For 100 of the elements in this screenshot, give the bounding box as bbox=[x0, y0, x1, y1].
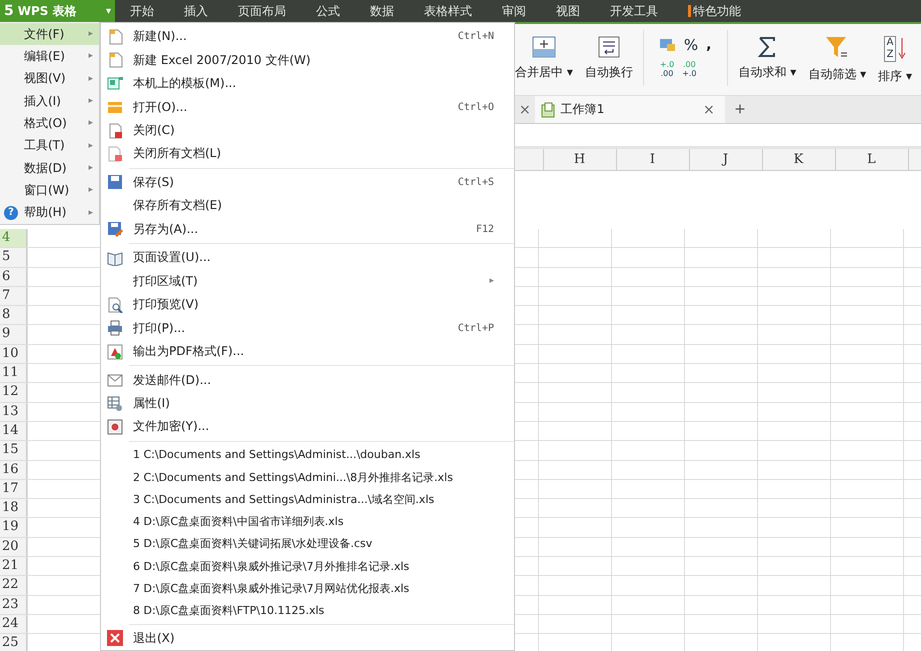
document-close-icon bbox=[107, 122, 123, 139]
row-header: 24 bbox=[0, 614, 27, 634]
menu-item[interactable]: 格式(O) ▸ bbox=[0, 112, 99, 135]
ribbon-tab[interactable]: 开始 bbox=[115, 0, 169, 22]
printer-icon bbox=[107, 320, 123, 336]
menu-item[interactable]: 属性(I) bbox=[101, 392, 514, 416]
menu-item[interactable]: 本机上的模板(M)... bbox=[101, 72, 514, 96]
menu-item[interactable]: 窗口(W) ▸ bbox=[0, 179, 99, 202]
recent-file-item[interactable]: 3 C:\Documents and Settings\Administra...\域名空间.xls bbox=[101, 488, 514, 510]
ribbon-button[interactable]: 自动换行 bbox=[582, 36, 635, 81]
ribbon-button[interactable]: 自动求和 ▾ bbox=[736, 36, 798, 81]
recent-file-item[interactable]: 6 D:\原C盘桌面资料\泉威外推记录\7月外推排名记录.xls bbox=[101, 554, 514, 578]
column-header: J bbox=[720, 151, 730, 169]
menu-item[interactable]: 插入(I) ▸ bbox=[0, 90, 99, 112]
menu-item[interactable]: 退出(X) bbox=[101, 626, 514, 650]
menu-item[interactable]: 新建(N)... Ctrl+N bbox=[101, 25, 514, 48]
menu-item[interactable]: 发送邮件(D)... bbox=[101, 368, 514, 392]
magnifier-page-icon bbox=[107, 296, 123, 313]
wrap-text-icon bbox=[598, 36, 620, 58]
row-header: 22 bbox=[0, 576, 27, 595]
open-book-icon bbox=[107, 250, 123, 266]
menu-item[interactable]: 文件(F) ▸ bbox=[0, 23, 99, 46]
recent-file-item[interactable]: 1 C:\Documents and Settings\Administ...\douban.xls bbox=[101, 444, 514, 466]
ribbon-tab[interactable]: 视图 bbox=[541, 0, 595, 22]
close-icon bbox=[107, 630, 123, 646]
ribbon-tab[interactable]: 开发工具 bbox=[595, 0, 673, 22]
close-button[interactable]: × bbox=[515, 102, 535, 118]
row-header: 8 bbox=[0, 306, 27, 324]
help-icon: ? bbox=[4, 206, 18, 220]
row-header: 6 bbox=[0, 268, 27, 286]
workbook-icon bbox=[540, 102, 555, 118]
document-tab[interactable]: 工作簿1 × bbox=[534, 96, 725, 123]
ribbon-tab[interactable]: 表格样式 bbox=[409, 0, 487, 22]
menu-item[interactable]: 编辑(E) ▸ bbox=[0, 45, 99, 68]
menu-item[interactable]: 数据(D) ▸ bbox=[0, 156, 99, 180]
menu-item[interactable]: 文件加密(Y)... bbox=[101, 415, 514, 439]
ribbon-tab[interactable]: 特色功能 bbox=[673, 0, 756, 22]
ribbon-tab[interactable]: 插入 bbox=[169, 0, 223, 22]
down-arrow-icon bbox=[898, 36, 906, 60]
document-icon bbox=[107, 52, 123, 68]
percent-button[interactable]: % bbox=[684, 36, 698, 54]
row-header: 21 bbox=[0, 557, 27, 576]
menu-item[interactable]: 保存所有文档(E) bbox=[101, 194, 514, 218]
menu-item[interactable]: 打印预览(V) bbox=[101, 292, 514, 316]
ribbon-tab[interactable]: 数据 bbox=[355, 0, 409, 22]
comma-button[interactable]: , bbox=[706, 37, 712, 53]
column-header: K bbox=[792, 151, 804, 169]
currency-format-icon bbox=[660, 38, 676, 52]
ribbon-button[interactable]: A Z 排序 ▾ bbox=[876, 36, 914, 85]
row-header: 5 bbox=[0, 248, 27, 267]
recent-file-item[interactable]: 8 D:\原C盘桌面资料\FTP\10.1125.xls bbox=[101, 599, 514, 622]
ribbon-tab[interactable]: 页面布局 bbox=[223, 0, 301, 22]
row-header: 23 bbox=[0, 596, 27, 614]
row-header: 10 bbox=[0, 344, 27, 364]
menu-item[interactable]: 关闭(C) bbox=[101, 118, 514, 142]
close-button[interactable]: × bbox=[699, 102, 719, 118]
menu-item[interactable]: 保存(S) Ctrl+S bbox=[101, 170, 514, 194]
ribbon-button[interactable]: 自动筛选 ▾ bbox=[806, 36, 868, 83]
menu-item[interactable]: 视图(V) ▸ bbox=[0, 68, 99, 90]
pdf-document-icon bbox=[107, 344, 123, 360]
folder-icon bbox=[107, 99, 123, 116]
menu-item[interactable]: 打印(P)... Ctrl+P bbox=[101, 316, 514, 340]
recent-file-item[interactable]: 4 D:\原C盘桌面资料\中国省市详细列表.xls bbox=[101, 510, 514, 533]
funnel-icon bbox=[825, 36, 850, 60]
sigma-icon bbox=[757, 36, 778, 58]
recent-file-item[interactable]: 5 D:\原C盘桌面资料\关键词拓展\水处理设备.csv bbox=[101, 532, 514, 555]
row-header: 25 bbox=[0, 634, 27, 651]
menu-item[interactable]: 工具(T) ▸ bbox=[0, 134, 99, 157]
row-header: 11 bbox=[0, 364, 27, 382]
recent-file-item[interactable]: 7 D:\原C盘桌面资料\泉威外推记录\7月网站优化报表.xls bbox=[101, 577, 514, 600]
app-menu-button[interactable]: 5 WPS 表格 ▾ bbox=[0, 0, 115, 22]
floppy-disk-pencil-icon bbox=[107, 221, 123, 238]
column-header: L bbox=[866, 151, 877, 169]
menu-item[interactable]: ? 帮助(H) ▸ bbox=[0, 202, 99, 224]
menu-item[interactable]: 打开(O)... Ctrl+O bbox=[101, 95, 514, 119]
row-header: 20 bbox=[0, 538, 27, 556]
column-header: I bbox=[648, 151, 656, 169]
row-header: 9 bbox=[0, 325, 27, 344]
menu-item[interactable]: 另存为(A)... F12 bbox=[101, 218, 514, 242]
row-header: 16 bbox=[0, 460, 27, 479]
menu-item[interactable]: 新建 Excel 2007/2010 文件(W) bbox=[101, 48, 514, 72]
ribbon-tab[interactable]: 公式 bbox=[301, 0, 355, 22]
ribbon-tab[interactable]: 审阅 bbox=[487, 0, 541, 22]
row-header: 17 bbox=[0, 480, 27, 498]
row-header: 12 bbox=[0, 383, 27, 402]
menu-item[interactable]: 关闭所有文档(L) bbox=[101, 142, 514, 166]
new-tab-button[interactable]: + bbox=[724, 99, 756, 120]
row-header: 15 bbox=[0, 441, 27, 460]
table-gear-icon bbox=[107, 396, 123, 412]
template-icon bbox=[107, 76, 123, 92]
menu-item[interactable]: 输出为PDF格式(F)... bbox=[101, 340, 514, 364]
decrease-decimal-button[interactable]: .00 +.0 bbox=[682, 60, 697, 78]
row-header: 14 bbox=[0, 422, 27, 440]
menu-item[interactable]: 页面设置(U)... bbox=[101, 246, 514, 270]
document-icon bbox=[107, 28, 123, 45]
increase-decimal-button[interactable]: +.0 .00 bbox=[660, 60, 674, 78]
recent-file-item[interactable]: 2 C:\Documents and Settings\Admini...\8月外推排名记录.xls bbox=[101, 466, 514, 488]
row-header: 4 bbox=[0, 229, 27, 248]
menu-item[interactable]: 打印区域(T) ▸ bbox=[101, 270, 514, 293]
row-header: 7 bbox=[0, 286, 27, 306]
